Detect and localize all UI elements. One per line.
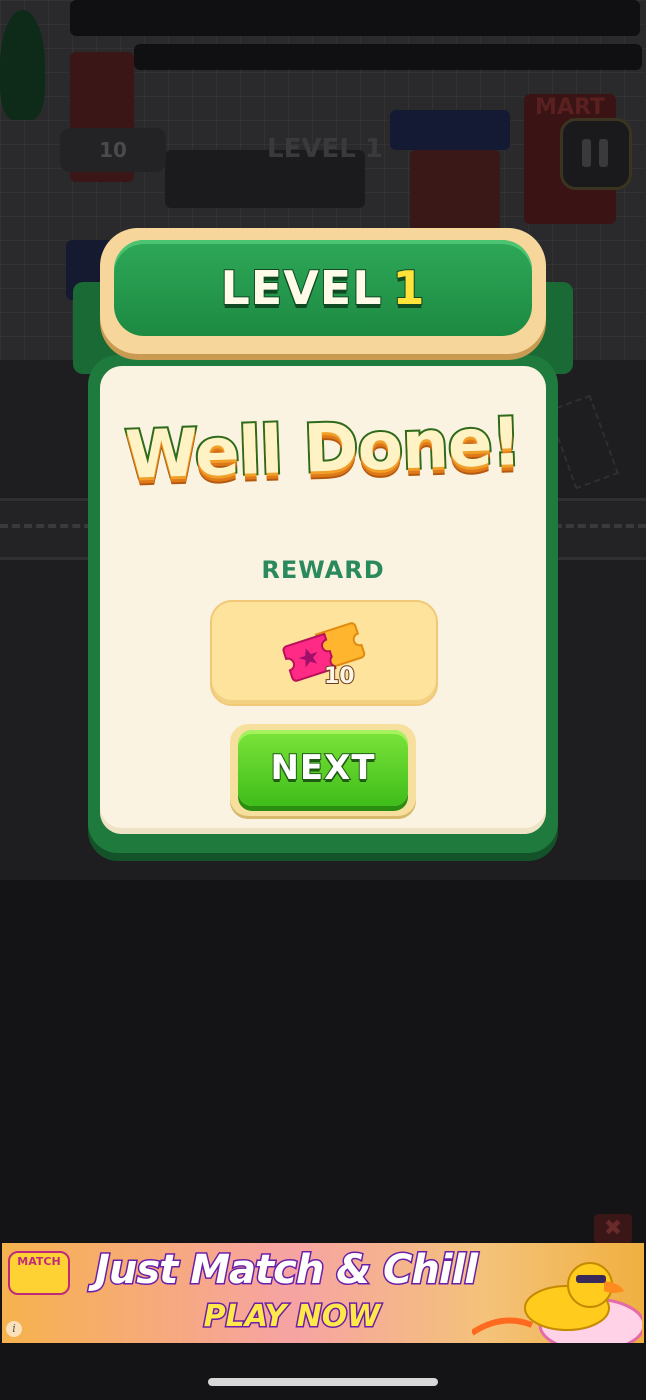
next-button-label: NEXT [269, 747, 376, 789]
pause-icon-right [599, 139, 608, 167]
next-button[interactable]: NEXT [238, 730, 408, 806]
level-title-number: 1 [392, 260, 426, 316]
background-level-label: LEVEL 1 [267, 134, 383, 164]
duck-mascot-icon [472, 1262, 642, 1343]
ad-banner[interactable]: MATCH Just Match & Chill PLAY NOW i [2, 1243, 644, 1343]
next-button-frame: NEXT [230, 724, 416, 816]
ad-logo: MATCH [8, 1251, 70, 1295]
reward-count: 10 [323, 663, 356, 690]
ad-info-icon[interactable]: i [6, 1321, 22, 1337]
ad-close-button[interactable]: ✖ [594, 1214, 632, 1244]
pause-button[interactable] [560, 118, 632, 190]
background-shelf-top [70, 0, 640, 36]
level-title-word: LEVEL [219, 260, 383, 316]
background-tree [0, 10, 45, 120]
level-title: LEVEL 1 [219, 260, 426, 316]
ad-headline: Just Match & Chill [93, 1246, 479, 1295]
background-red-pillar [410, 150, 500, 230]
home-indicator[interactable] [208, 1378, 438, 1386]
level-banner-face: LEVEL 1 [114, 240, 532, 336]
ad-play-now[interactable]: PLAY NOW [192, 1298, 392, 1336]
well-done-headline: Well Done! [122, 401, 524, 496]
level-banner: LEVEL 1 [100, 228, 546, 354]
reward-label: REWARD [261, 556, 385, 584]
reward-box: 10 [210, 600, 438, 706]
background-shelf-bar [134, 44, 642, 70]
coin-counter: 10 [60, 128, 166, 172]
pause-icon-left [582, 139, 591, 167]
ad-logo-text: MATCH [17, 1255, 61, 1268]
